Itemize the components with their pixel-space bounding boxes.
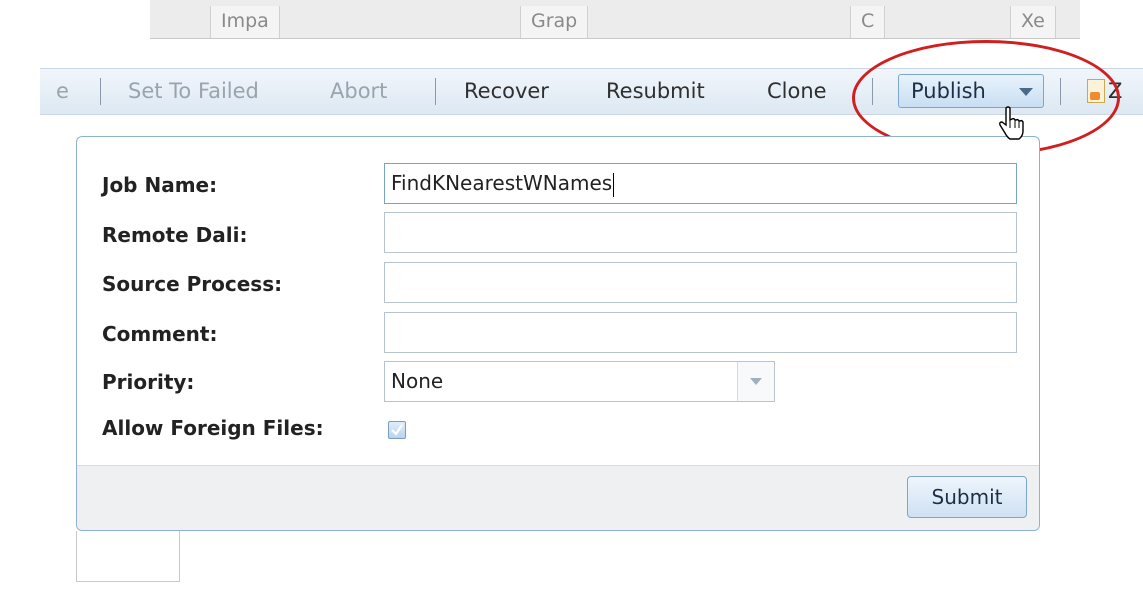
job-name-label: Job Name:: [102, 173, 218, 197]
comment-input[interactable]: [384, 312, 1017, 353]
job-name-value: FindKNearestWNames: [391, 171, 613, 195]
chevron-down-icon[interactable]: [737, 362, 774, 401]
priority-value: None: [391, 369, 444, 393]
allow-foreign-files-checkbox[interactable]: [388, 421, 406, 439]
set-to-failed-button[interactable]: Set To Failed: [128, 69, 259, 114]
toolbar-item-truncated[interactable]: e: [56, 69, 69, 114]
hand-cursor-icon: [999, 106, 1024, 140]
job-name-input[interactable]: FindKNearestWNames: [384, 163, 1017, 204]
source-process-input[interactable]: [384, 262, 1017, 303]
recover-button[interactable]: Recover: [464, 69, 549, 114]
checkmark-icon: [391, 424, 403, 436]
remote-dali-label: Remote Dali:: [102, 223, 248, 247]
resubmit-button[interactable]: Resubmit: [606, 69, 705, 114]
allow-foreign-files-label: Allow Foreign Files:: [102, 416, 324, 440]
tab-c[interactable]: C: [850, 6, 886, 38]
tab-strip: Impa Grap C Xe: [150, 0, 1080, 39]
submit-button[interactable]: Submit: [907, 476, 1027, 518]
comment-label: Comment:: [102, 322, 218, 346]
form-footer: Submit: [77, 465, 1039, 530]
tab-grap[interactable]: Grap: [520, 6, 589, 38]
abort-button[interactable]: Abort: [330, 69, 387, 114]
toolbar-separator: [100, 78, 101, 105]
priority-label: Priority:: [102, 370, 195, 394]
source-process-label: Source Process:: [102, 272, 283, 296]
tab-impa[interactable]: Impa: [210, 6, 280, 38]
remote-dali-input[interactable]: [384, 212, 1017, 253]
clone-button[interactable]: Clone: [767, 69, 827, 114]
publish-form-panel: Job Name: FindKNearestWNames Remote Dali…: [76, 136, 1040, 531]
text-caret: [613, 172, 615, 197]
panel-tab-stub: [76, 531, 180, 582]
tab-xe[interactable]: Xe: [1010, 6, 1056, 38]
toolbar-separator: [435, 78, 436, 105]
priority-select[interactable]: None: [384, 361, 775, 402]
